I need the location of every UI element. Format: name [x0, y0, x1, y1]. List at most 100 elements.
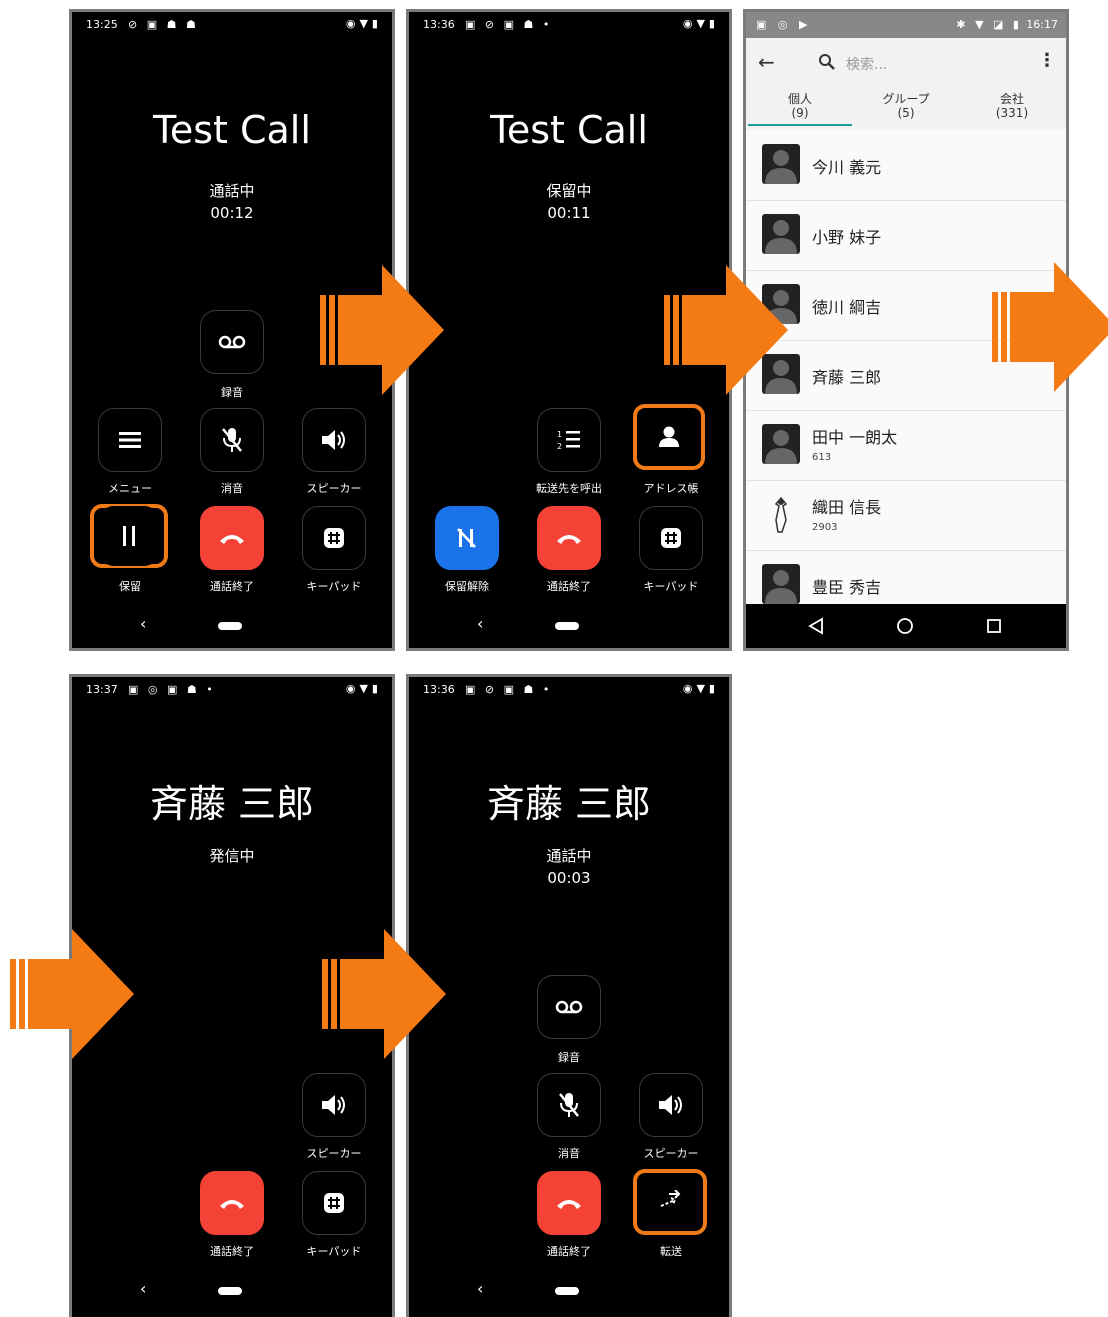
- mute-label: 消音: [558, 1147, 580, 1160]
- recents-square-icon[interactable]: [986, 618, 1002, 634]
- keypad-button[interactable]: [302, 1171, 366, 1235]
- avatar: [762, 214, 800, 254]
- contact-row[interactable]: 小野 妹子: [746, 200, 1066, 271]
- home-pill-icon[interactable]: [218, 1287, 242, 1295]
- pause-icon: [123, 526, 135, 546]
- home-pill-icon[interactable]: [218, 622, 242, 630]
- home-pill-icon[interactable]: [555, 1287, 579, 1295]
- end-call-label: 通話終了: [547, 580, 591, 593]
- end-call-label: 通話終了: [210, 1245, 254, 1258]
- signal-battery-icons: ◉▼▮: [345, 17, 382, 30]
- search-icon: [819, 54, 835, 70]
- speaker-label: スピーカー: [306, 1147, 362, 1160]
- end-call-button[interactable]: [200, 506, 264, 570]
- voicemail-icon: [555, 1000, 583, 1014]
- flow-arrow-right: [992, 262, 1108, 392]
- resume-icon: [457, 528, 476, 548]
- mic-off-icon: [559, 1093, 579, 1117]
- record-label: 録音: [558, 1051, 580, 1064]
- speaker-button[interactable]: [302, 1073, 366, 1137]
- record-button[interactable]: [200, 310, 264, 374]
- unhold-button[interactable]: [435, 506, 499, 570]
- menu-button[interactable]: [98, 408, 162, 472]
- signal-battery-icons: ◉▼▮: [682, 17, 719, 30]
- speaker-icon: [322, 430, 345, 450]
- speaker-button[interactable]: [639, 1073, 703, 1137]
- mute-button[interactable]: [537, 1073, 601, 1137]
- back-nav-icon[interactable]: ‹: [477, 614, 483, 633]
- tab-company[interactable]: 会社 (331): [958, 92, 1066, 120]
- signal-battery-icons: ✱ ▼ ◪ ▮: [956, 18, 1022, 31]
- speaker-icon: [322, 1095, 345, 1115]
- keypad-button[interactable]: [639, 506, 703, 570]
- tab-group[interactable]: グループ (5): [852, 92, 960, 120]
- record-button[interactable]: [537, 975, 601, 1039]
- call-screen-connected: 13:36 ▣ ⊘ ▣ ☗ • ◉▼▮ 斉藤 三郎 通話中 00:03 録音 消…: [409, 677, 729, 1317]
- contact-row[interactable]: 織田 信長 2903: [746, 480, 1066, 551]
- end-call-button[interactable]: [537, 506, 601, 570]
- mic-off-icon: [222, 428, 242, 452]
- back-triangle-icon[interactable]: [808, 617, 824, 635]
- tab-count: (5): [897, 106, 915, 120]
- hold-label: 保留: [119, 580, 141, 593]
- call-title: Test Call: [153, 108, 311, 152]
- back-nav-icon[interactable]: ‹: [140, 614, 146, 633]
- contact-name: 徳川 綱吉: [812, 298, 882, 317]
- end-call-button[interactable]: [537, 1171, 601, 1235]
- status-time: 13:37: [86, 683, 118, 696]
- keypad-label: キーパッド: [306, 1245, 362, 1258]
- call-title: 斉藤 三郎: [149, 782, 315, 826]
- more-options-icon[interactable]: ⋮: [1038, 50, 1056, 71]
- home-pill-icon[interactable]: [555, 622, 579, 630]
- keypad-button[interactable]: [302, 506, 366, 570]
- call-title: 斉藤 三郎: [486, 782, 652, 826]
- status-bar: 13:36 ▣ ⊘ ▣ ☗ • ◉▼▮: [409, 677, 729, 703]
- transfer-button[interactable]: [640, 1173, 700, 1231]
- back-nav-icon[interactable]: ‹: [140, 1279, 146, 1298]
- record-label: 録音: [221, 386, 243, 399]
- tab-count: (9): [791, 106, 809, 120]
- contact-extension: 613: [812, 452, 832, 463]
- tab-label: 会社: [999, 92, 1024, 106]
- contact-name: 豊臣 秀吉: [812, 578, 882, 597]
- notification-icons: ⊘ ▣ ☗ ☗: [128, 18, 199, 31]
- active-tab-indicator: [748, 124, 852, 126]
- home-circle-icon[interactable]: [896, 617, 914, 635]
- transfer-arrow-icon: [660, 1190, 681, 1207]
- dialpad-icon: [661, 528, 681, 548]
- flow-arrow-right: [322, 929, 446, 1059]
- flow-arrow-right: [10, 929, 134, 1059]
- speaker-label: スピーカー: [643, 1147, 699, 1160]
- contact-tabs: 個人 (9) グループ (5) 会社 (331): [746, 88, 1066, 130]
- transfer-label: 転送: [660, 1245, 682, 1258]
- tab-label: 個人: [787, 92, 812, 106]
- notification-icons: ▣ ◎ ▶: [756, 18, 812, 31]
- call-transfer-target-button[interactable]: 12: [537, 408, 601, 472]
- call-duration: 00:12: [210, 204, 254, 222]
- mute-button[interactable]: [200, 408, 264, 472]
- end-call-button[interactable]: [200, 1171, 264, 1235]
- call-status: 発信中: [209, 847, 255, 865]
- hold-button[interactable]: [98, 506, 160, 566]
- address-book-button[interactable]: [639, 408, 699, 466]
- speaker-label: スピーカー: [306, 482, 362, 495]
- avatar: [762, 144, 800, 184]
- speaker-button[interactable]: [302, 408, 366, 472]
- contact-extension: 2903: [812, 522, 838, 533]
- hang-up-icon: [220, 535, 244, 544]
- back-nav-icon[interactable]: ‹: [477, 1279, 483, 1298]
- keypad-label: キーパッド: [643, 580, 699, 593]
- contact-row[interactable]: 今川 義元: [746, 130, 1066, 201]
- notification-icons: ▣ ⊘ ▣ ☗ •: [465, 18, 553, 31]
- search-input[interactable]: 検索...: [846, 54, 887, 74]
- tab-personal[interactable]: 個人 (9): [746, 92, 854, 120]
- notification-icons: ▣ ⊘ ▣ ☗ •: [465, 683, 553, 696]
- navigation-bar: [746, 604, 1066, 648]
- end-call-label: 通話終了: [210, 580, 254, 593]
- call-status: 通話中: [209, 182, 255, 200]
- avatar: [762, 424, 800, 464]
- search-toolbar: ← 検索... ⋮: [746, 38, 1066, 88]
- back-arrow-icon[interactable]: ←: [758, 50, 775, 74]
- flow-arrow-right: [320, 265, 444, 395]
- contact-row[interactable]: 田中 一朗太 613: [746, 410, 1066, 481]
